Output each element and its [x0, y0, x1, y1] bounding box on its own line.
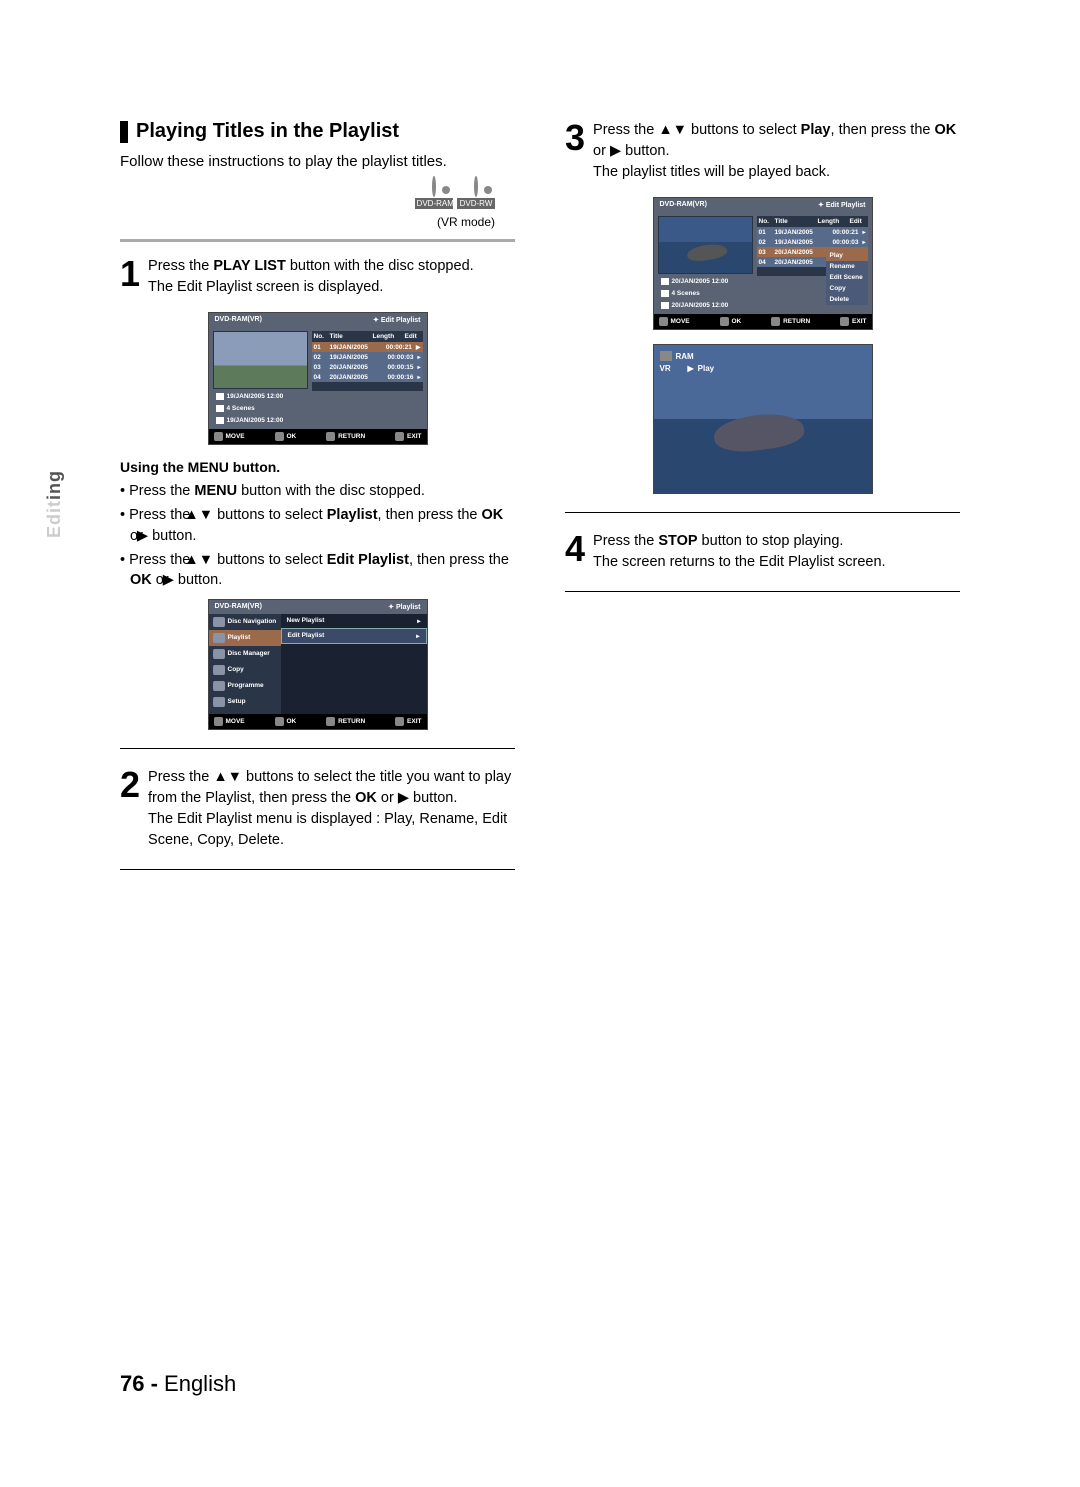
preview-thumbnail [213, 331, 308, 389]
ui-header-right: ✦ Edit Playlist [818, 201, 866, 209]
info-scenes: 4 Scenes [658, 289, 753, 298]
list-row[interactable]: 0219/JAN/200500:00:03▸ [312, 352, 423, 362]
side-item[interactable]: Setup [209, 694, 281, 710]
side-menu: Disc Navigation Playlist Disc Manager Co… [209, 614, 281, 714]
ui-header-left: DVD-RAM(VR) [215, 316, 262, 324]
side-item-selected[interactable]: Playlist [209, 630, 281, 646]
page-footer: 76 - English [120, 1371, 236, 1397]
title-text: Playing Titles in the Playlist [136, 120, 399, 143]
intro-text: Follow these instructions to play the pl… [120, 153, 515, 170]
ui-header-right: ✦ Edit Playlist [373, 316, 421, 324]
step-number: 2 [120, 767, 140, 851]
updown-icon: ▲▼ [194, 505, 213, 525]
ui-header-left: DVD-RAM(VR) [215, 603, 262, 611]
context-menu: Play Rename Edit Scene Copy Delete [826, 250, 868, 305]
disc-icon-rw: DVD-RW [457, 178, 495, 209]
step-text: Press the STOP button to stop playing. T… [593, 531, 960, 573]
ctx-item-edit-scene[interactable]: Edit Scene [826, 272, 868, 283]
separator [120, 869, 515, 870]
ui-header-right: ✦ Playlist [388, 603, 420, 611]
ui-footer: MOVE OK RETURN EXIT [209, 714, 427, 729]
ctx-item-rename[interactable]: Rename [826, 261, 868, 272]
updown-icon: ▲▼ [213, 767, 242, 788]
bullet-1: • Press the MENU button with the disc st… [120, 481, 515, 501]
playback-preview: RAM VR ▶Play [653, 344, 873, 494]
move-icon [214, 432, 223, 441]
rp-item-selected[interactable]: Edit Playlist▸ [281, 628, 427, 644]
step-text: Press the PLAY LIST button with the disc… [148, 256, 515, 298]
list-row[interactable]: 0119/JAN/200500:00:21▶ [312, 342, 423, 352]
step-1: 1 Press the PLAY LIST button with the di… [120, 256, 515, 298]
return-icon [326, 432, 335, 441]
separator [565, 591, 960, 592]
side-tab-editing: Editing [44, 470, 65, 538]
bullet-3: • Press the ▲▼ buttons to select Edit Pl… [120, 550, 515, 591]
menu-subhead: Using the MENU button. [120, 459, 515, 475]
step-number: 1 [120, 256, 140, 298]
step-number: 3 [565, 120, 585, 183]
side-item[interactable]: Programme [209, 678, 281, 694]
playlist-list: No. Title Length Edit 0119/JAN/200500:00… [312, 331, 423, 425]
list-row[interactable]: 0420/JAN/200500:00:16▸ [312, 372, 423, 382]
list-row[interactable]: 0320/JAN/200500:00:15▸ [312, 362, 423, 372]
ui-footer: MOVE OK RETURN EXIT [654, 314, 872, 329]
step-3: 3 Press the ▲▼ buttons to select Play, t… [565, 120, 960, 183]
disc-icon-ram: DVD-RAM [415, 178, 453, 209]
ui-screenshot-playlist-menu: DVD-RAM(VR) ✦ Playlist Disc Navigation P… [208, 599, 428, 730]
step-text: Press the ▲▼ buttons to select the title… [148, 767, 515, 851]
ctx-item-copy[interactable]: Copy [826, 283, 868, 294]
updown-icon: ▲▼ [194, 550, 213, 570]
right-panel: New Playlist▸ Edit Playlist▸ [281, 614, 427, 714]
disc-icons: DVD-RAM DVD-RW [120, 178, 515, 211]
right-icon: ▶ [610, 141, 621, 162]
ctx-item-delete[interactable]: Delete [826, 294, 868, 305]
step-4: 4 Press the STOP button to stop playing.… [565, 531, 960, 573]
step-2: 2 Press the ▲▼ buttons to select the tit… [120, 767, 515, 851]
side-item[interactable]: Copy [209, 662, 281, 678]
list-row[interactable]: 0119/JAN/200500:00:21▸ [757, 227, 868, 237]
info-date: 20/JAN/2005 12:00 [658, 277, 753, 286]
ui-footer: MOVE OK RETURN EXIT [209, 429, 427, 444]
separator [120, 748, 515, 749]
vr-mode-label: (VR mode) [120, 215, 515, 229]
ui-header-left: DVD-RAM(VR) [660, 201, 707, 209]
ok-icon [275, 432, 284, 441]
right-icon: ▶ [398, 788, 409, 809]
updown-icon: ▲▼ [658, 120, 687, 141]
step-number: 4 [565, 531, 585, 573]
info-date2: 20/JAN/2005 12:00 [658, 301, 753, 310]
exit-icon [395, 432, 404, 441]
info-date: 19/JAN/2005 12:00 [213, 392, 308, 401]
info-date2: 19/JAN/2005 12:00 [213, 416, 308, 425]
rp-item[interactable]: New Playlist▸ [281, 614, 427, 628]
ui-screenshot-edit-playlist: DVD-RAM(VR) ✦ Edit Playlist 19/JAN/2005 … [208, 312, 428, 445]
play-overlay: RAM VR ▶Play [660, 351, 715, 373]
side-item[interactable]: Disc Navigation [209, 614, 281, 630]
separator [120, 239, 515, 242]
side-item[interactable]: Disc Manager [209, 646, 281, 662]
ctx-item-play[interactable]: Play [826, 250, 868, 261]
ui-screenshot-context-menu: DVD-RAM(VR) ✦ Edit Playlist 20/JAN/2005 … [653, 197, 873, 330]
bullet-2: • Press the ▲▼ buttons to select Playlis… [120, 505, 515, 546]
title-bar-icon [120, 121, 128, 143]
list-row[interactable]: 0219/JAN/200500:00:03▸ [757, 237, 868, 247]
step-text: Press the ▲▼ buttons to select Play, the… [593, 120, 960, 183]
disc-ram-icon [660, 351, 672, 361]
preview-thumbnail [658, 216, 753, 274]
play-icon: ▶ [688, 364, 694, 373]
separator [565, 512, 960, 513]
info-scenes: 4 Scenes [213, 404, 308, 413]
section-title: Playing Titles in the Playlist [120, 120, 515, 143]
